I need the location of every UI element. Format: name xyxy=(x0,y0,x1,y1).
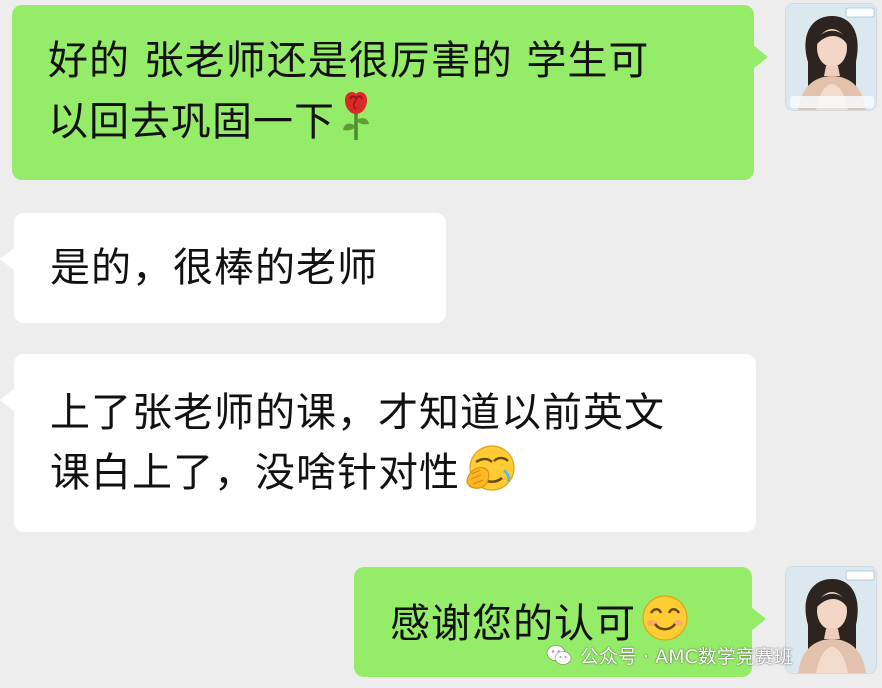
watermark: 公众号 · AMC数学竞赛班 xyxy=(546,640,793,670)
wechat-official-account-icon xyxy=(546,643,572,667)
sender-avatar[interactable] xyxy=(785,566,877,674)
message-text-line: 以回去巩固一下 xyxy=(48,90,754,158)
message-text-line: 上了张老师的课，才知道以前英文 xyxy=(50,390,665,436)
message-text-line: 课白上了，没啥针对性 xyxy=(50,442,756,508)
message-text-line: 好的 张老师还是很厉害的 学生可 xyxy=(48,38,650,84)
message-bubble-incoming-1[interactable]: 是的，很棒的老师 xyxy=(0,213,446,323)
rose-emoji xyxy=(339,90,373,158)
message-bubble-outgoing-1[interactable]: 好的 张老师还是很厉害的 学生可 以回去巩固一下 xyxy=(12,5,768,180)
message-bubble-incoming-2[interactable]: 上了张老师的课，才知道以前英文 课白上了，没啥针对性 xyxy=(0,354,756,532)
sender-avatar[interactable] xyxy=(785,3,877,111)
message-text-line: 是的，很棒的老师 xyxy=(50,245,378,291)
facepalm-emoji xyxy=(464,442,518,508)
watermark-text: 公众号 · AMC数学竞赛班 xyxy=(580,645,793,668)
